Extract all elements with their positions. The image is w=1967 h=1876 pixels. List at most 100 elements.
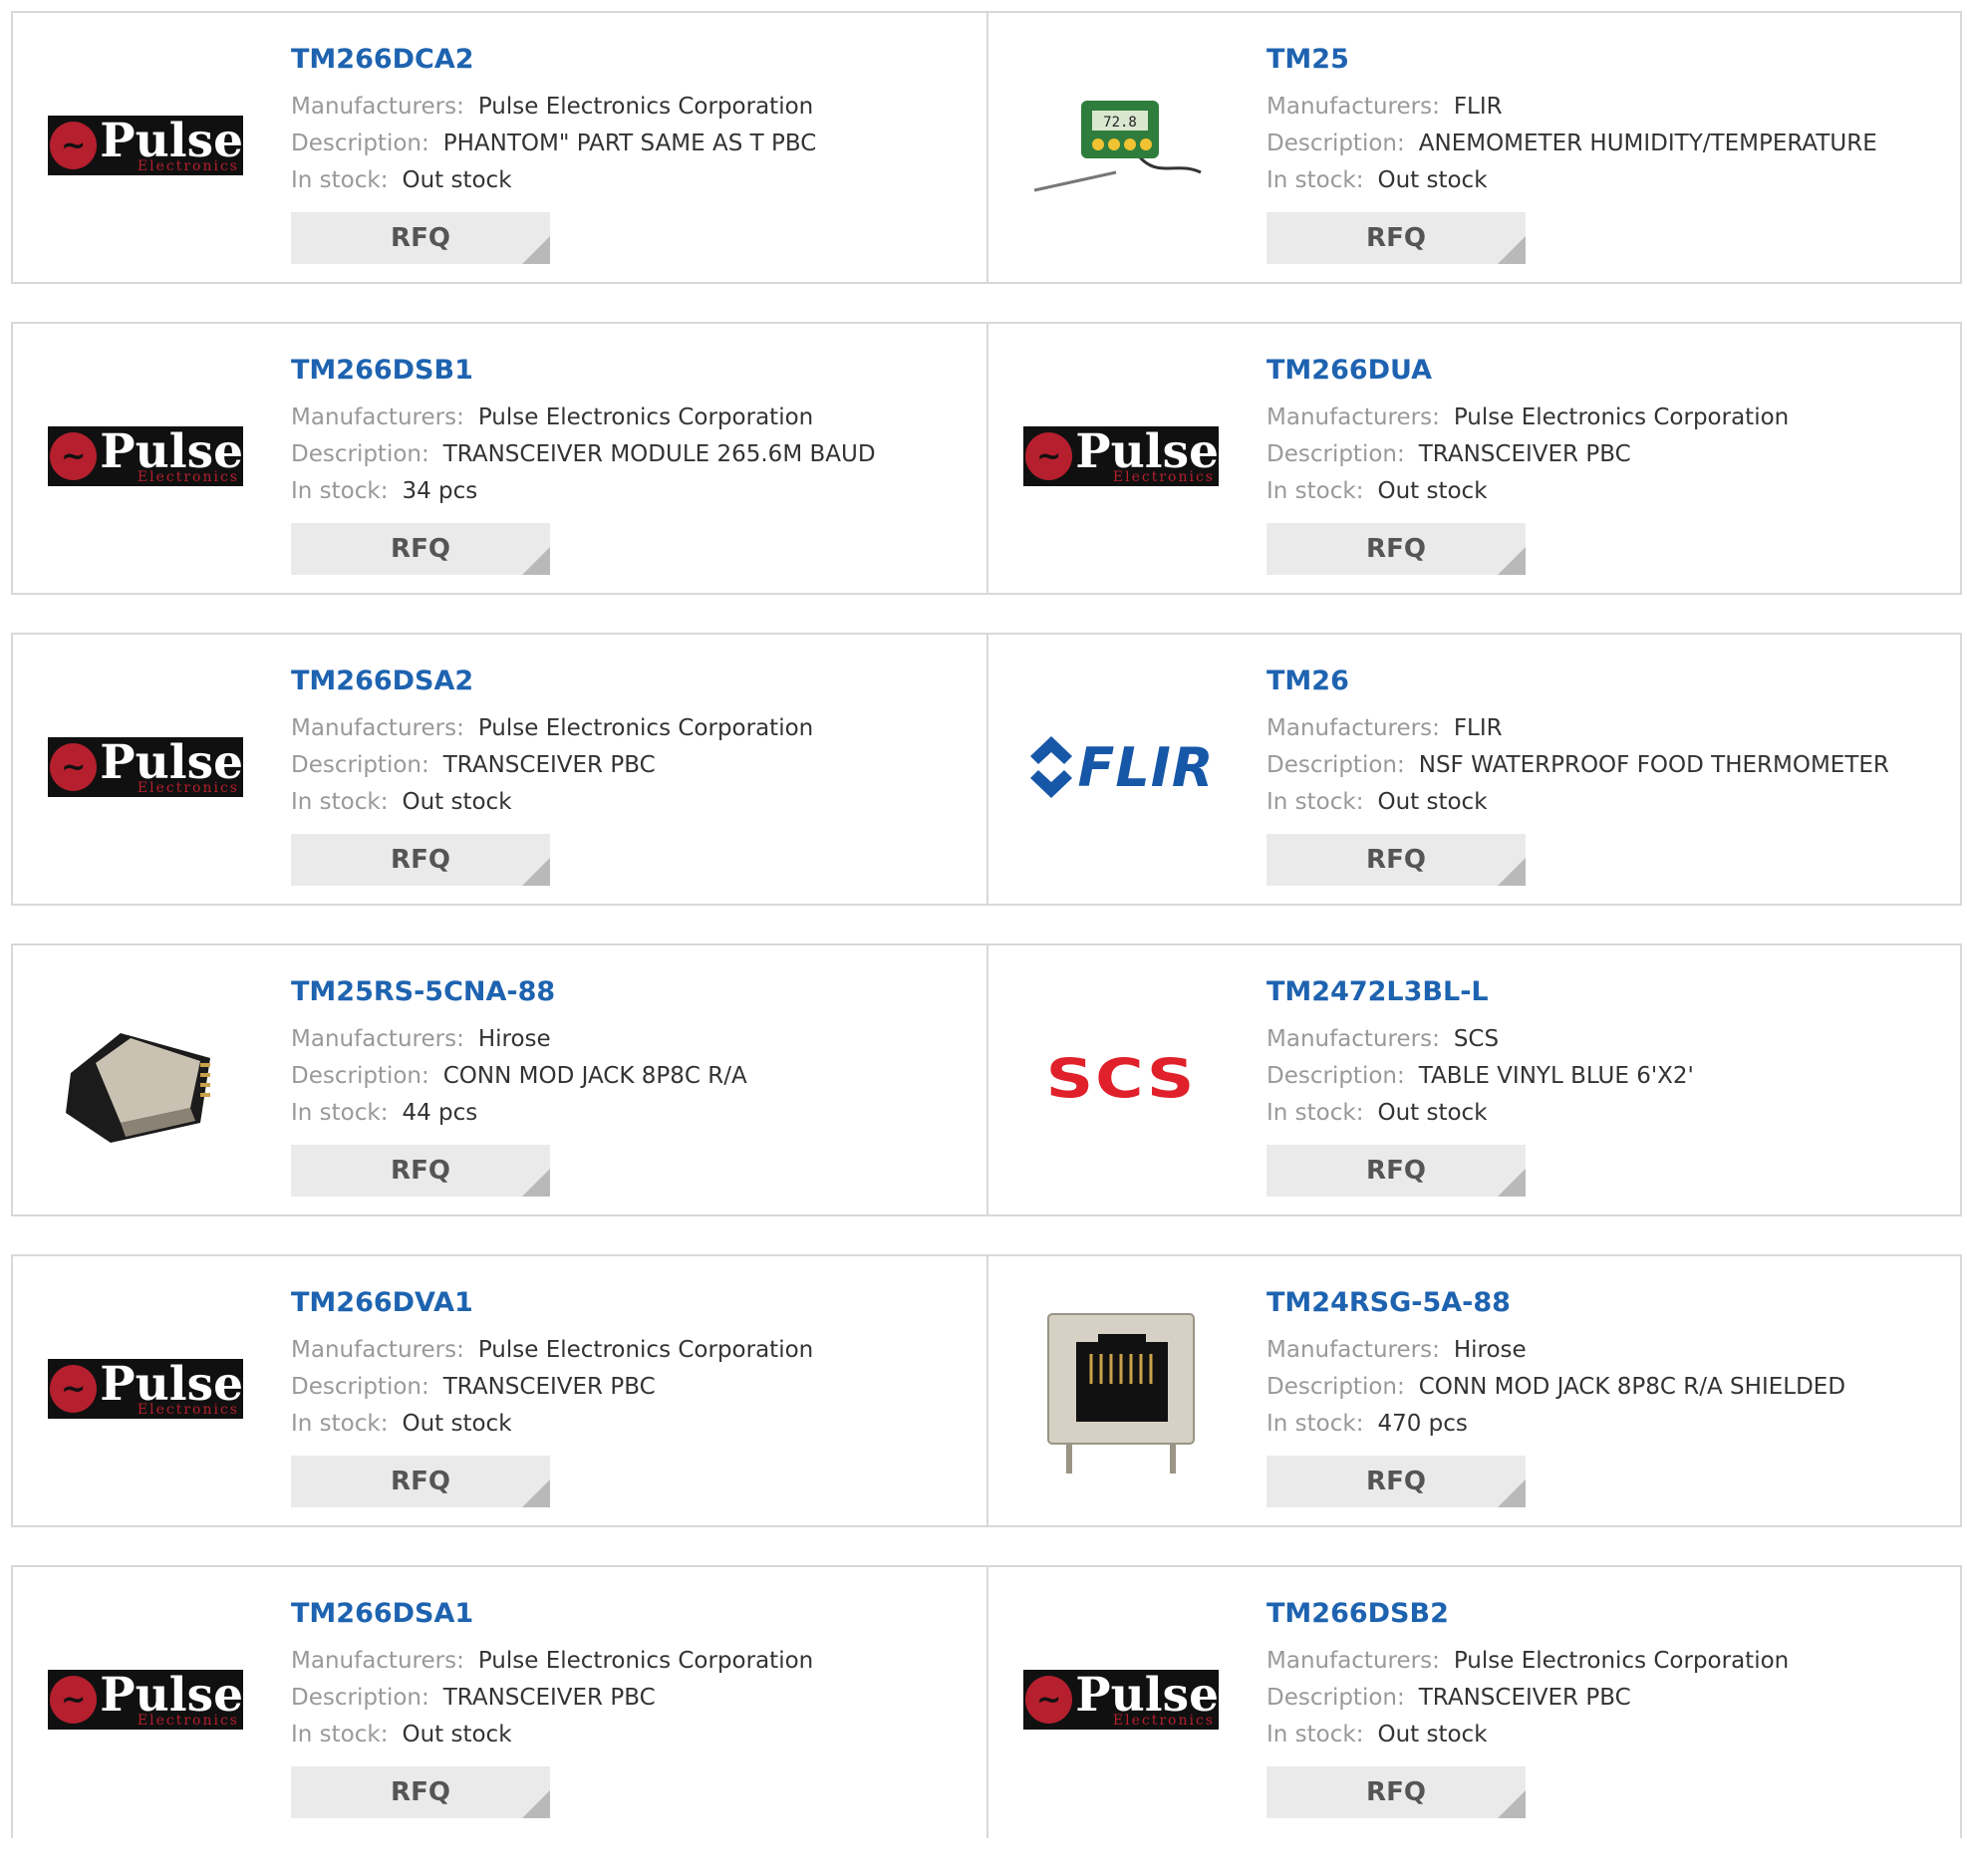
rfq-button[interactable]: RFQ [291,212,550,264]
rfq-button[interactable]: RFQ [1266,1145,1526,1197]
connector-jack-image[interactable] [41,973,250,1183]
pulse-electronics-logo[interactable]: ~ Pulse Electronics [41,1284,250,1493]
stock-label: In stock: [291,478,389,504]
corner-arrow-icon [1498,858,1526,886]
corner-arrow-icon [1498,547,1526,575]
corner-arrow-icon [522,858,550,886]
manufacturer-label: Manufacturers: [1266,715,1440,741]
manufacturer-line: Manufacturers: Pulse Electronics Corporat… [291,400,977,436]
stock-line: In stock: 34 pcs [291,473,977,510]
manufacturer-label: Manufacturers: [1266,94,1440,120]
corner-arrow-icon [522,1479,550,1507]
rfq-button[interactable]: RFQ [291,523,550,575]
pulse-electronics-logo[interactable]: ~ Pulse Electronics [1016,1595,1226,1804]
description-value: PHANTOM" PART SAME AS T PBC [442,131,817,156]
part-number-link[interactable]: TM266DCA2 [291,43,977,77]
description-value: CONN MOD JACK 8P8C R/A [442,1063,747,1089]
rfq-button[interactable]: RFQ [1266,212,1526,264]
pulse-electronics-logo[interactable]: ~ Pulse Electronics [1016,352,1226,561]
part-number-link[interactable]: TM266DSB2 [1266,1597,1950,1631]
product-row: TM25RS-5CNA-88 Manufacturers: Hirose Desc… [11,943,1962,1216]
manufacturer-label: Manufacturers: [291,404,464,430]
part-number-link[interactable]: TM24RSG-5A-88 [1266,1286,1950,1320]
stock-line: In stock: Out stock [291,784,977,821]
stock-value: Out stock [402,1411,512,1437]
stock-line: In stock: 44 pcs [291,1095,977,1132]
stock-value: Out stock [1377,789,1488,815]
part-number-link[interactable]: TM266DVA1 [291,1286,977,1320]
stock-line: In stock: Out stock [1266,1717,1950,1753]
product-row: ~ Pulse Electronics TM266DSB1 Manufacture… [11,322,1962,595]
description-value: TRANSCEIVER PBC [442,1374,656,1400]
description-label: Description: [1266,131,1405,156]
product-card: ~ Pulse Electronics TM266DSA1 Manufacture… [13,1567,986,1838]
part-number-link[interactable]: TM266DSB1 [291,354,977,388]
manufacturer-label: Manufacturers: [1266,404,1440,430]
product-card: ~ Pulse Electronics TM266DSB1 Manufacture… [13,324,986,593]
description-value: TRANSCEIVER PBC [1418,441,1631,467]
manufacturer-line: Manufacturers: Pulse Electronics Corporat… [291,1332,977,1369]
manufacturer-label: Manufacturers: [291,1648,464,1674]
manufacturer-line: Manufacturers: Hirose [291,1021,977,1058]
part-number-link[interactable]: TM25RS-5CNA-88 [291,975,977,1009]
description-value: TRANSCEIVER PBC [1418,1685,1631,1711]
stock-line: In stock: 470 pcs [1266,1406,1950,1443]
rfq-button[interactable]: RFQ [1266,1456,1526,1507]
stock-value: 44 pcs [402,1100,478,1126]
description-value: NSF WATERPROOF FOOD THERMOMETER [1418,752,1889,778]
description-label: Description: [291,1374,429,1400]
manufacturer-label: Manufacturers: [1266,1026,1440,1052]
stock-label: In stock: [291,789,389,815]
description-label: Description: [1266,1685,1405,1711]
thermometer-probe-image[interactable]: 72.8 [1016,41,1226,250]
part-number-link[interactable]: TM25 [1266,43,1950,77]
svg-text:72.8: 72.8 [1103,115,1137,131]
pulse-electronics-logo[interactable]: ~ Pulse Electronics [41,663,250,872]
description-line: Description: TRANSCEIVER PBC [291,1369,977,1406]
rj45-jack-image[interactable] [1016,1284,1226,1493]
flir-diamond-icon [1029,736,1072,798]
description-label: Description: [1266,1374,1405,1400]
manufacturer-value: Pulse Electronics Corporation [477,1648,814,1674]
rfq-button[interactable]: RFQ [1266,523,1526,575]
part-number-link[interactable]: TM266DSA1 [291,1597,977,1631]
pulse-electronics-logo[interactable]: ~ Pulse Electronics [41,41,250,250]
manufacturer-value: FLIR [1453,94,1503,120]
description-line: Description: TRANSCEIVER PBC [1266,1680,1950,1717]
product-card: SCS TM2472L3BL-L Manufacturers: SCS Descr… [986,945,1960,1214]
product-row: ~ Pulse Electronics TM266DCA2 Manufacture… [11,11,1962,284]
stock-line: In stock: Out stock [291,162,977,199]
rfq-button[interactable]: RFQ [1266,834,1526,886]
part-number-link[interactable]: TM266DUA [1266,354,1950,388]
rfq-button[interactable]: RFQ [291,834,550,886]
corner-arrow-icon [522,547,550,575]
rfq-button[interactable]: RFQ [291,1766,550,1818]
flir-logo[interactable]: FLIR [1016,663,1226,872]
corner-arrow-icon [1498,1790,1526,1818]
manufacturer-value: Pulse Electronics Corporation [1453,1648,1790,1674]
part-number-link[interactable]: TM266DSA2 [291,665,977,698]
manufacturer-value: FLIR [1453,715,1503,741]
rfq-button[interactable]: RFQ [291,1456,550,1507]
stock-label: In stock: [291,1722,389,1747]
pulse-electronics-logo[interactable]: ~ Pulse Electronics [41,1595,250,1804]
corner-arrow-icon [522,1790,550,1818]
description-label: Description: [1266,441,1405,467]
product-card: ~ Pulse Electronics TM266DVA1 Manufacture… [13,1256,986,1525]
part-number-link[interactable]: TM26 [1266,665,1950,698]
description-label: Description: [291,752,429,778]
description-label: Description: [291,1063,429,1089]
description-line: Description: ANEMOMETER HUMIDITY/TEMPERAT… [1266,126,1950,162]
scs-logo[interactable]: SCS [1016,973,1226,1183]
corner-arrow-icon [522,236,550,264]
part-number-link[interactable]: TM2472L3BL-L [1266,975,1950,1009]
description-line: Description: TRANSCEIVER MODULE 265.6M BA… [291,436,977,473]
manufacturer-value: Pulse Electronics Corporation [477,715,814,741]
rfq-button[interactable]: RFQ [1266,1766,1526,1818]
description-label: Description: [1266,752,1405,778]
pulse-electronics-logo[interactable]: ~ Pulse Electronics [41,352,250,561]
product-card: ~ Pulse Electronics TM266DSA2 Manufacture… [13,635,986,904]
manufacturer-line: Manufacturers: Hirose [1266,1332,1950,1369]
rfq-button[interactable]: RFQ [291,1145,550,1197]
stock-label: In stock: [1266,478,1364,504]
